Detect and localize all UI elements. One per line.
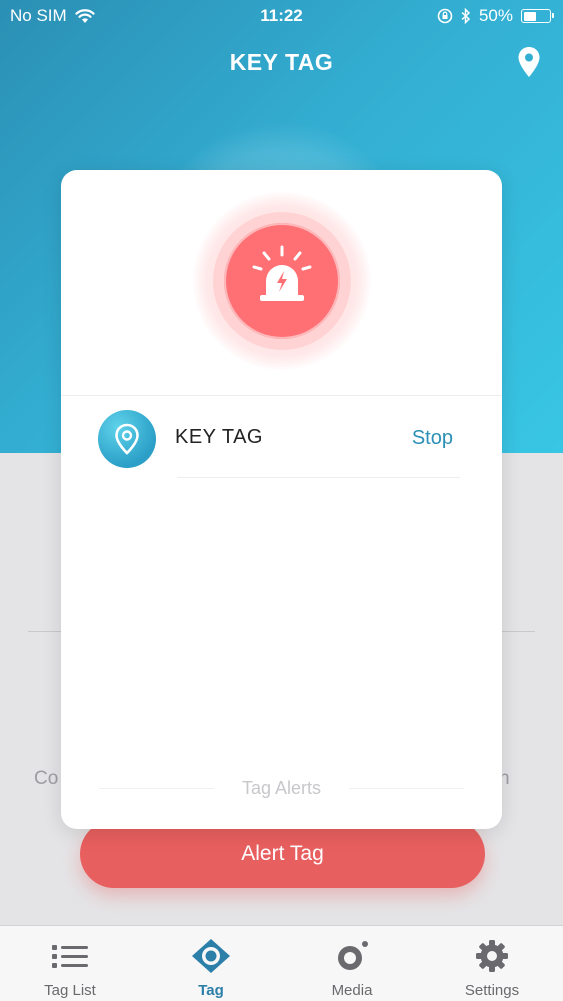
battery-percent: 50% xyxy=(478,6,513,25)
gear-icon xyxy=(476,940,508,972)
bluetooth-icon xyxy=(461,8,471,24)
tab-label: Tag xyxy=(198,982,224,999)
tab-bar: Tag List Tag Media Settings xyxy=(0,925,563,1001)
tab-tag[interactable]: Tag xyxy=(141,926,281,1001)
tag-alert-row: KEY TAG Stop xyxy=(61,406,502,476)
row-separator xyxy=(177,477,460,478)
tab-label: Tag List xyxy=(44,982,96,999)
tab-settings[interactable]: Settings xyxy=(422,926,562,1001)
status-bar: No SIM 11:22 50% xyxy=(0,0,563,32)
tag-name: KEY TAG xyxy=(175,426,263,448)
tag-avatar xyxy=(98,410,156,468)
battery-icon xyxy=(521,9,554,23)
location-pin-icon[interactable] xyxy=(517,46,541,78)
background-text-left: Co xyxy=(34,768,59,789)
tab-label: Settings xyxy=(464,982,520,999)
tab-media[interactable]: Media xyxy=(282,926,422,1001)
list-icon xyxy=(52,945,88,968)
tab-label: Media xyxy=(331,982,373,999)
dialog-separator xyxy=(61,395,502,396)
media-icon xyxy=(338,941,368,970)
stop-alert-button[interactable]: Stop xyxy=(412,427,453,450)
footer-line-right xyxy=(349,788,464,789)
orientation-lock-icon xyxy=(437,8,453,24)
page-title: KEY TAG xyxy=(229,49,334,75)
alert-tag-button[interactable]: Alert Tag xyxy=(80,820,485,888)
tag-alert-dialog: KEY TAG Stop Tag Alerts xyxy=(61,170,502,829)
siren-icon xyxy=(252,245,312,301)
tab-tag-list[interactable]: Tag List xyxy=(0,926,140,1001)
location-pin-icon xyxy=(115,423,139,455)
tag-eye-icon xyxy=(192,939,230,973)
siren-badge xyxy=(224,223,340,339)
